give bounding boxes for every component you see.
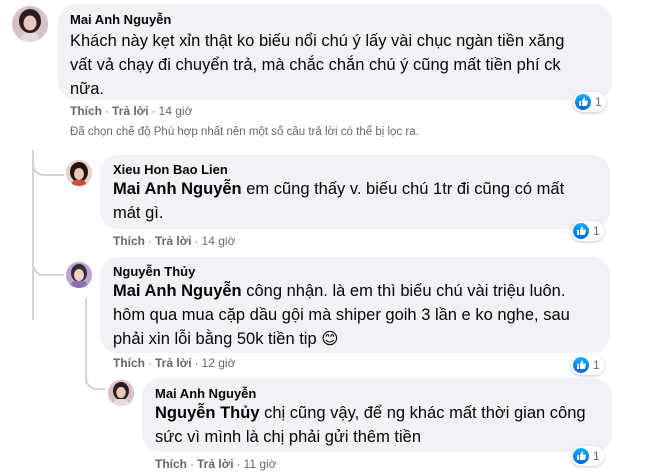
like-icon: [575, 94, 591, 110]
comment-time[interactable]: 14 giờ: [202, 234, 236, 248]
comment-line: mát gì.: [113, 204, 164, 222]
comment-author[interactable]: Mai Anh Nguyễn: [70, 12, 171, 27]
thread-curve: [32, 250, 64, 276]
comment-actions: Thích · Trả lời · 11 giờ: [155, 457, 277, 471]
thread-line: [32, 150, 34, 320]
comment-line: Khách này kẹt xỉn thật ko biếu nổi chú ý…: [70, 32, 565, 50]
comment-actions: Thích · Trả lời · 14 giờ: [70, 104, 193, 118]
comment-text: Mai Anh Nguyễn em cũng thấy v. biếu chú …: [113, 177, 603, 225]
reaction-count: 1: [593, 449, 600, 463]
thread-curve: [32, 150, 64, 176]
comment-actions: Thích · Trả lời · 14 giờ: [113, 234, 236, 248]
reaction-count: 1: [593, 358, 600, 372]
comment-time[interactable]: 11 giờ: [244, 457, 277, 471]
reaction-badge[interactable]: 1: [571, 355, 604, 375]
comment-time[interactable]: 14 giờ: [159, 104, 193, 118]
like-link[interactable]: Thích: [113, 234, 145, 248]
comment-time[interactable]: 12 giờ: [202, 356, 236, 370]
comment-author[interactable]: Xieu Hon Bao Lien: [113, 162, 228, 177]
like-link[interactable]: Thích: [70, 104, 102, 118]
like-icon: [573, 223, 589, 239]
mention-tag[interactable]: Nguyễn Thủy: [155, 404, 260, 422]
reaction-badge[interactable]: 1: [571, 221, 604, 241]
comment-line: phải xin lỗi bằng 50k tiền tip: [113, 330, 322, 348]
like-icon: [573, 448, 589, 464]
like-link[interactable]: Thích: [155, 457, 187, 471]
avatar[interactable]: [66, 262, 92, 288]
comment-author[interactable]: Nguyễn Thủy: [113, 264, 195, 279]
comment-author[interactable]: Mai Anh Nguyễn: [155, 386, 256, 401]
reaction-count: 1: [595, 95, 602, 109]
avatar[interactable]: [12, 6, 48, 42]
reaction-badge[interactable]: 1: [571, 446, 604, 466]
comment-text: Nguyễn Thủy chị cũng vậy, để ng khác mất…: [155, 401, 607, 449]
comment-text: Khách này kẹt xỉn thật ko biếu nổi chú ý…: [70, 29, 610, 101]
like-icon: [573, 357, 589, 373]
comment-line: vất vả chạy đi chuyển trả, mà chắc chắn …: [70, 56, 561, 74]
avatar[interactable]: [66, 160, 92, 186]
comment-line: hôm qua mua cặp dầu gội mà shiper goih 3…: [113, 306, 570, 324]
mention-tag[interactable]: Mai Anh Nguyễn: [113, 282, 242, 300]
comment-line: em cũng thấy v. biếu chú 1tr đi cũng có …: [241, 180, 565, 198]
reply-link[interactable]: Trả lời: [112, 104, 149, 118]
reaction-count: 1: [593, 224, 600, 238]
comment-line: sức vì mình là chị phải gửi thêm tiền: [155, 428, 422, 446]
avatar[interactable]: [108, 380, 134, 406]
comment-line: chị cũng vậy, để ng khác mất thời gian c…: [259, 404, 586, 422]
reply-link[interactable]: Trả lời: [155, 234, 192, 248]
comment-text: Mai Anh Nguyễn công nhận. là em thì biếu…: [113, 279, 608, 351]
like-link[interactable]: Thích: [113, 356, 145, 370]
reaction-badge[interactable]: 1: [573, 92, 606, 112]
thread-curve: [85, 368, 105, 390]
reply-link[interactable]: Trả lời: [155, 356, 192, 370]
comment-actions: Thích · Trả lời · 12 giờ: [113, 356, 236, 370]
comment-line: nữa.: [70, 80, 104, 98]
smile-emoji-icon: 😊: [321, 330, 339, 348]
comment-line: công nhận. là em thì biếu chú vài triệu …: [241, 282, 566, 300]
filter-note: Đã chọn chế độ Phù hợp nhất nên một số c…: [70, 126, 419, 138]
mention-tag[interactable]: Mai Anh Nguyễn: [113, 180, 242, 198]
reply-link[interactable]: Trả lời: [197, 457, 234, 471]
